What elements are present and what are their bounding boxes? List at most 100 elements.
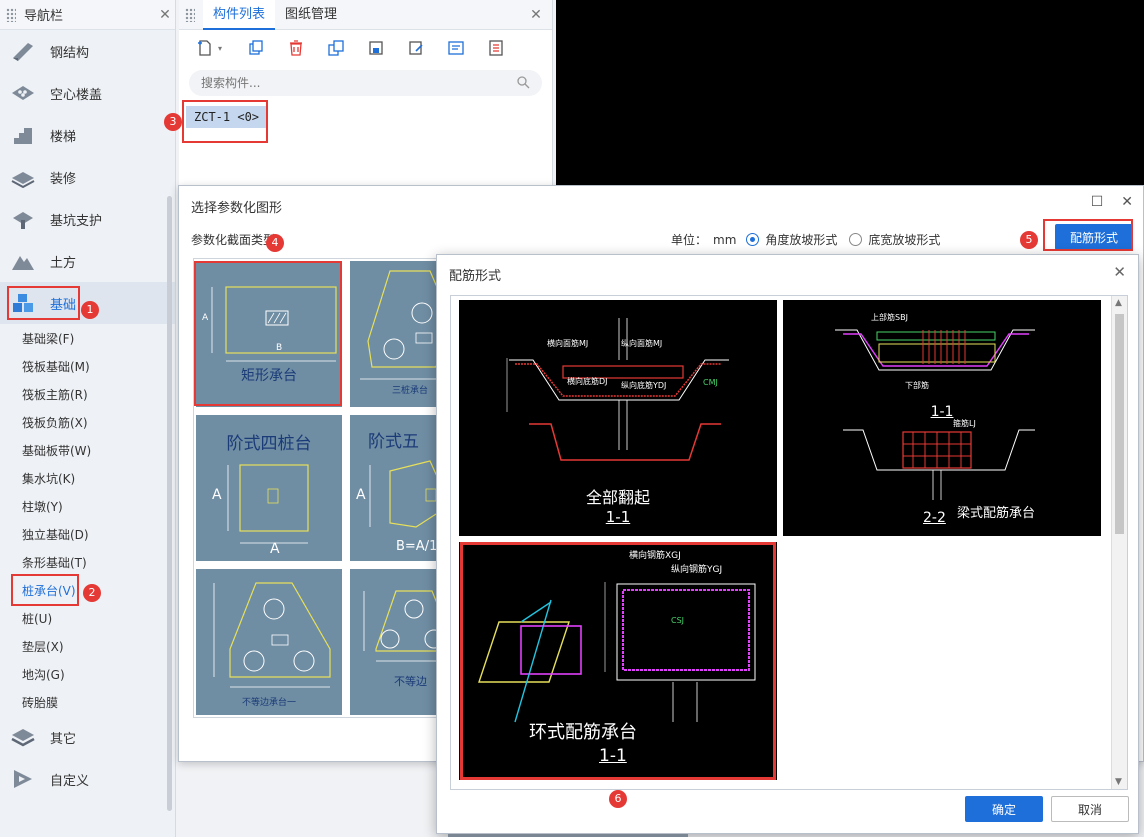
custom-icon — [10, 768, 36, 790]
rebar-list-scrollbar[interactable]: ▲ ▼ — [1111, 296, 1127, 789]
highlight-ring-rebar-option — [460, 542, 776, 780]
nav-subitem[interactable]: 筏板负筋(X) — [0, 408, 175, 436]
nav-title: 导航栏 — [24, 9, 64, 24]
radio-width-slope[interactable] — [849, 233, 863, 246]
dim-label: B=A/1 — [396, 539, 438, 554]
dim-label: A — [270, 541, 280, 557]
section-cell-caption: 阶式四桩台 — [226, 434, 312, 454]
scroll-thumb[interactable] — [1115, 314, 1124, 534]
nav-subitem[interactable]: 基础梁(F) — [0, 324, 175, 352]
highlight-component-item — [182, 100, 268, 143]
step-badge-5: 5 — [1020, 231, 1038, 249]
tab-drawing-management[interactable]: 图纸管理 — [275, 0, 347, 30]
nav-category-label: 其它 — [50, 731, 77, 747]
nav-category-hollow-floor[interactable]: 空心楼盖 — [0, 72, 175, 114]
dialog-title: 配筋形式 — [449, 269, 502, 284]
section-label: 1-1 — [605, 508, 631, 526]
navigation-panel: 导航栏 ✕ 钢结构 空心楼盖 楼梯 装修 基坑支护 土方 基础 基础梁(F) 筏… — [0, 0, 176, 837]
section-type-label: 参数化截面类型 — [191, 233, 276, 247]
highlight-rebar-button — [1043, 219, 1133, 251]
maximize-icon[interactable]: ☐ — [1091, 194, 1104, 210]
section-label: 1-1 — [930, 404, 954, 420]
nav-subitem[interactable]: 筏板基础(M) — [0, 352, 175, 380]
nav-category-steel[interactable]: 钢结构 — [0, 30, 175, 72]
step-badge-2: 2 — [83, 584, 101, 602]
search-icon[interactable] — [516, 75, 542, 92]
nav-category-decoration[interactable]: 装修 — [0, 156, 175, 198]
radio-angle-slope[interactable] — [746, 233, 760, 246]
steel-icon — [10, 40, 36, 62]
section-cell-caption: 不等边承台一 — [241, 698, 296, 708]
nav-category-label: 钢结构 — [50, 45, 90, 61]
section-cell-irregular-one[interactable]: 不等边承台一 — [196, 569, 342, 715]
rebar-label: CMJ — [703, 378, 718, 387]
nav-subitem[interactable]: 筏板主筋(R) — [0, 380, 175, 408]
section-cell-caption: 不等边 — [394, 675, 427, 688]
save-button[interactable] — [363, 36, 389, 60]
nav-subitem[interactable]: 基础板带(W) — [0, 436, 175, 464]
highlight-rectangular-cell — [194, 261, 342, 406]
cancel-button[interactable]: 取消 — [1051, 796, 1129, 822]
new-component-button[interactable]: ▾ — [189, 36, 229, 60]
close-icon[interactable]: ✕ — [155, 7, 175, 23]
list-button[interactable] — [483, 36, 509, 60]
step-badge-3: 3 — [164, 113, 182, 131]
nav-category-label: 自定义 — [50, 773, 90, 789]
nav-subitem[interactable]: 桩(U) — [0, 604, 175, 632]
drag-handle-icon[interactable] — [6, 7, 16, 22]
dialog-title: 选择参数化图形 — [191, 201, 283, 216]
nav-scrollbar[interactable] — [167, 196, 172, 811]
step-badge-6: 6 — [609, 790, 627, 808]
edit-button[interactable] — [403, 36, 429, 60]
nav-subitem[interactable]: 砖胎膜 — [0, 688, 175, 716]
drag-handle-icon[interactable] — [185, 7, 195, 22]
earthwork-icon — [10, 250, 36, 272]
component-panel-tabs: 构件列表 图纸管理 ✕ — [179, 0, 552, 30]
rebar-option-all-bent[interactable]: 横向面筋MJ 纵向面筋MJ 横向底筋DJ 纵向底筋YDJ CMJ 全部翻起 1-… — [459, 300, 777, 536]
nav-category-label: 装修 — [50, 171, 77, 187]
dim-label: A — [212, 487, 222, 503]
unit-value: mm — [713, 232, 737, 247]
rebar-label: 横向面筋MJ — [547, 339, 589, 348]
nav-subitem[interactable]: 柱墩(Y) — [0, 492, 175, 520]
scroll-up-icon[interactable]: ▲ — [1115, 298, 1122, 308]
copy-button[interactable] — [243, 36, 269, 60]
rebar-caption: 梁式配筋承台 — [957, 506, 1036, 521]
section-cell-caption: 阶式五 — [368, 432, 419, 452]
layer-copy-button[interactable] — [323, 36, 349, 60]
search-input[interactable] — [201, 76, 516, 90]
step-badge-4: 4 — [266, 234, 284, 252]
nav-title-bar: 导航栏 ✕ — [0, 0, 175, 30]
rebar-label: 上部筋SBJ — [871, 313, 908, 322]
ok-button[interactable]: 确定 — [965, 796, 1043, 822]
highlight-foundation — [7, 286, 80, 320]
section-cell-stepped-four-pile[interactable]: 阶式四桩台 A A — [196, 415, 342, 561]
nav-category-label: 空心楼盖 — [50, 87, 103, 103]
nav-category-stairs[interactable]: 楼梯 — [0, 114, 175, 156]
nav-category-label: 楼梯 — [50, 129, 77, 145]
close-icon[interactable]: ✕ — [1121, 194, 1133, 210]
nav-category-custom[interactable]: 自定义 — [0, 758, 166, 800]
nav-subitem[interactable]: 垫层(X) — [0, 632, 175, 660]
nav-category-earthwork[interactable]: 土方 — [0, 240, 175, 282]
close-icon[interactable]: ✕ — [526, 7, 546, 23]
foundation-subitem-list: 基础梁(F) 筏板基础(M) 筏板主筋(R) 筏板负筋(X) 基础板带(W) 集水坑(K)… — [0, 324, 175, 716]
nav-category-other[interactable]: 其它 — [0, 716, 166, 758]
nav-category-pit-support[interactable]: 基坑支护 — [0, 198, 175, 240]
nav-subitem[interactable]: 集水坑(K) — [0, 464, 175, 492]
nav-subitem[interactable]: 地沟(G) — [0, 660, 175, 688]
pit-support-icon — [10, 208, 36, 230]
close-icon[interactable]: ✕ — [1113, 263, 1126, 281]
nav-subitem[interactable]: 独立基础(D) — [0, 520, 175, 548]
nav-subitem[interactable]: 条形基础(T) — [0, 548, 175, 576]
hollow-floor-icon — [10, 82, 36, 104]
property-button[interactable] — [443, 36, 469, 60]
unit-label: 单位： — [671, 233, 708, 247]
delete-button[interactable] — [283, 36, 309, 60]
rebar-label: 箍筋LJ — [953, 419, 976, 428]
rebar-option-beam-type[interactable]: 上部筋SBJ 下部筋 1-1 箍筋LJ 2-2 梁式配筋承台 — [783, 300, 1101, 536]
tab-component-list[interactable]: 构件列表 — [203, 0, 276, 30]
nav-category-label: 基坑支护 — [50, 213, 103, 229]
scroll-down-icon[interactable]: ▼ — [1115, 777, 1122, 787]
nav-category-label: 土方 — [50, 255, 77, 271]
